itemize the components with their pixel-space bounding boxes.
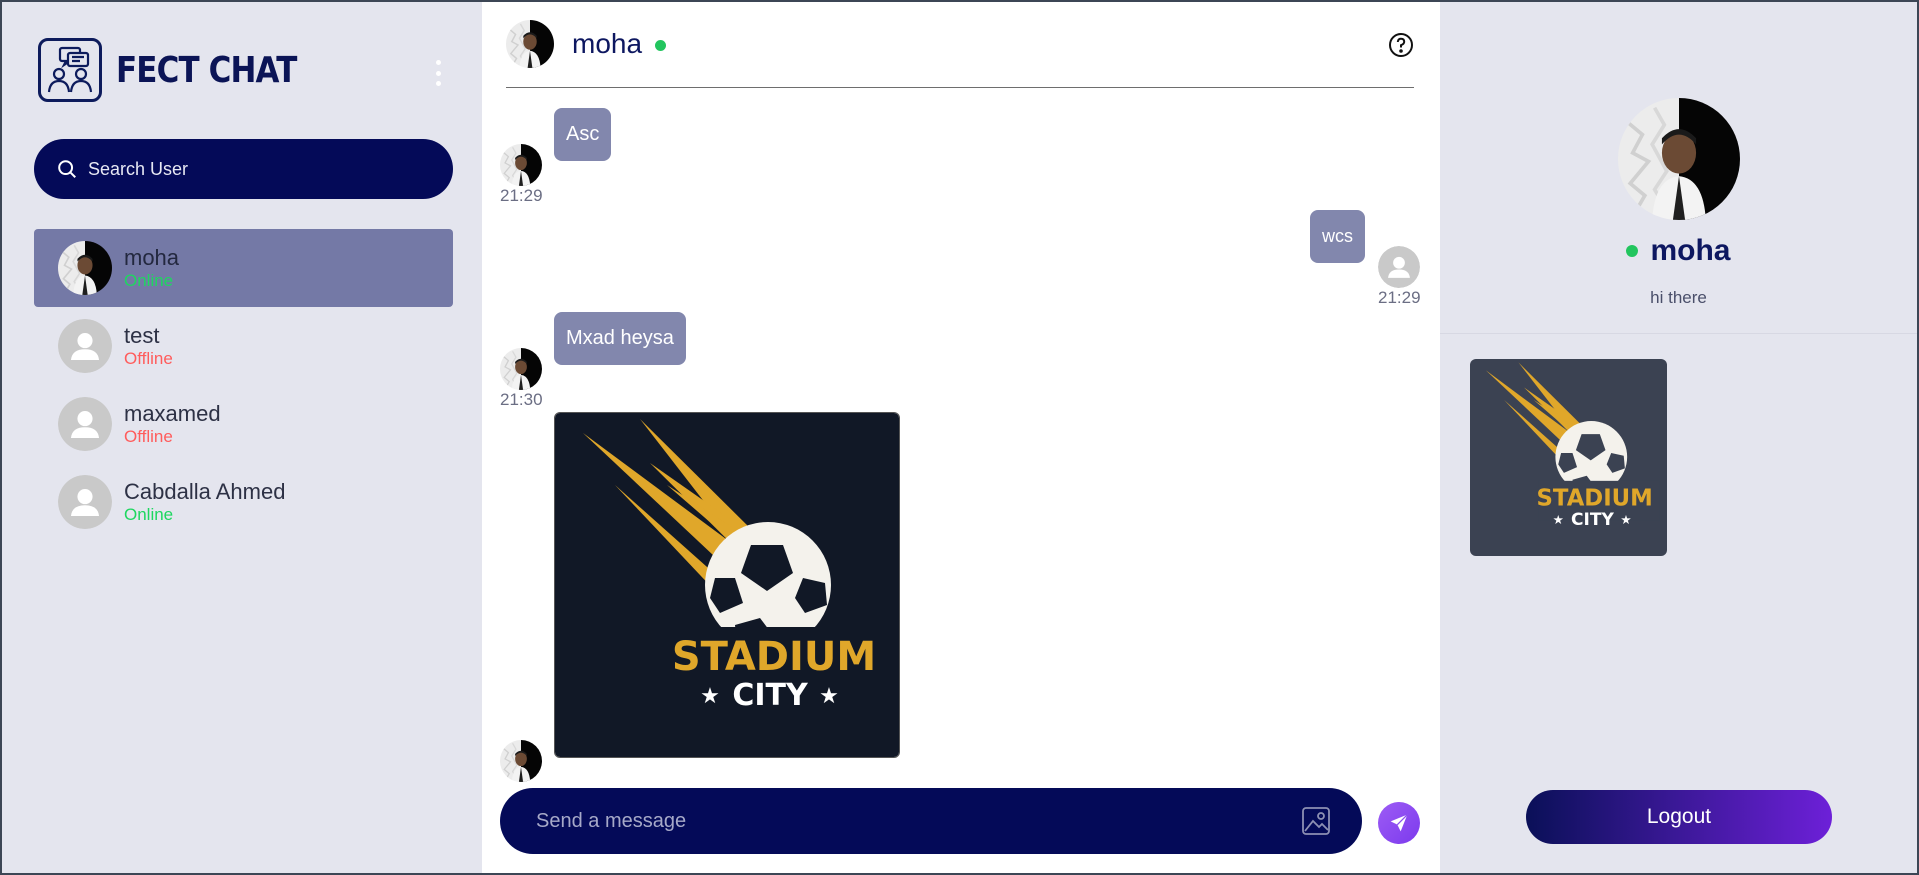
user-name: Cabdalla Ahmed — [124, 479, 286, 504]
search-box[interactable] — [34, 139, 453, 199]
message-input[interactable] — [536, 809, 1276, 833]
chat-header: moha — [506, 20, 1414, 88]
sidebar: FECT CHAT moha Online test — [2, 2, 482, 873]
svg-text:★: ★ — [1620, 513, 1631, 527]
default-user-icon — [58, 319, 112, 373]
default-user-icon — [1378, 246, 1420, 288]
user-status: Offline — [124, 349, 173, 368]
shared-media-thumbnail[interactable]: STADIUM CITY ★ ★ — [1470, 359, 1667, 556]
image-text-2: CITY — [732, 678, 809, 713]
brand: FECT CHAT — [38, 38, 326, 102]
avatar — [500, 144, 542, 186]
svg-text:★: ★ — [1553, 513, 1564, 527]
svg-text:★: ★ — [700, 683, 720, 708]
user-item-maxamed[interactable]: maxamed Offline — [34, 385, 453, 463]
kebab-menu-icon[interactable] — [434, 60, 442, 86]
message-composer[interactable] — [500, 788, 1362, 854]
user-status: Online — [124, 505, 174, 524]
online-indicator — [1626, 245, 1639, 257]
user-item-test[interactable]: test Offline — [34, 307, 453, 385]
message-time: 21:30 — [500, 390, 543, 409]
message-time: 21:29 — [1378, 288, 1421, 307]
chat-contact-name: moha — [572, 28, 643, 59]
send-icon — [1390, 814, 1408, 832]
user-status: Online — [124, 271, 174, 290]
app-title: FECT CHAT — [116, 49, 297, 91]
search-icon — [58, 160, 76, 178]
profile-avatar — [1618, 98, 1740, 220]
default-user-icon — [58, 475, 112, 529]
message-bubble-outgoing[interactable]: wcs — [1310, 210, 1365, 263]
svg-text:★: ★ — [819, 683, 839, 708]
divider — [1440, 333, 1917, 334]
media-text-2: CITY — [1571, 510, 1615, 530]
profile-panel: moha hi there STADIUM CITY ★ ★ Logout — [1440, 2, 1917, 873]
media-text-1: STADIUM — [1537, 485, 1653, 511]
app-window: FECT CHAT moha Online test — [2, 2, 1917, 873]
send-button[interactable] — [1378, 802, 1420, 844]
default-user-icon — [58, 397, 112, 451]
user-name: maxamed — [124, 401, 221, 426]
message-time: 21:29 — [500, 186, 543, 205]
help-icon[interactable] — [1388, 32, 1414, 58]
profile-bio: hi there — [1650, 288, 1707, 307]
profile-name: moha — [1650, 234, 1731, 267]
avatar — [500, 348, 542, 390]
avatar — [500, 740, 542, 782]
message-image[interactable]: STADIUM CITY ★ ★ — [554, 412, 900, 758]
avatar — [58, 241, 112, 295]
profile-name-row: moha — [1440, 234, 1917, 268]
image-text-1: STADIUM — [672, 634, 876, 680]
image-upload-icon[interactable] — [1300, 805, 1332, 837]
user-list: moha Online test Offline maxamed Offline — [34, 229, 453, 541]
logout-button[interactable]: Logout — [1526, 790, 1832, 844]
user-name: moha — [124, 245, 180, 270]
user-item-moha[interactable]: moha Online — [34, 229, 453, 307]
online-indicator — [655, 40, 666, 51]
message-bubble-incoming[interactable]: Mxad heysa — [554, 312, 686, 365]
message-list: Asc 21:29 wcs 21:29 Mxad heysa 21:30 STA… — [482, 92, 1440, 782]
user-status: Offline — [124, 427, 173, 446]
avatar[interactable] — [506, 20, 554, 68]
chat-panel: moha Asc 21:29 wcs 21:29 Mxad heysa 21:3… — [482, 2, 1440, 873]
chat-logo-icon — [38, 38, 102, 102]
search-input[interactable] — [88, 158, 428, 180]
message-bubble-incoming[interactable]: Asc — [554, 108, 612, 161]
user-item-cabdalla-ahmed[interactable]: Cabdalla Ahmed Online — [34, 463, 453, 541]
user-name: test — [124, 323, 160, 348]
